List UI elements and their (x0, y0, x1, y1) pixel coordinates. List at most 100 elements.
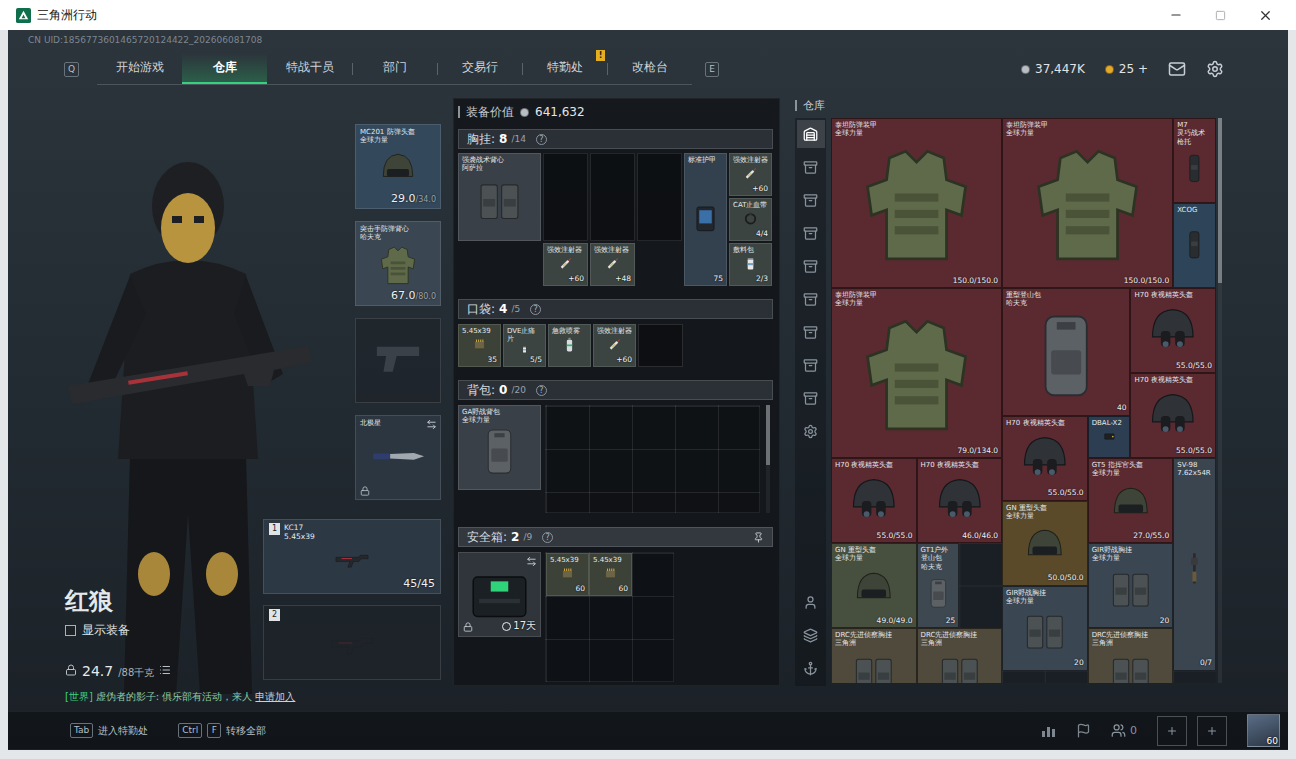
nav-tab[interactable]: 开始游戏 (97, 54, 182, 84)
item-tile[interactable]: CAT止血带4/4 (729, 198, 772, 241)
friends-button[interactable]: 0 (1111, 723, 1137, 738)
item-tile[interactable]: GN 重型头盔全球力量50.0/50.0 (1002, 501, 1088, 586)
item-tile[interactable]: H70 夜视精英头盔55.0/55.0 (1130, 288, 1216, 373)
item-tile[interactable]: DRC先进侦察胸挂三角洲 (1088, 628, 1174, 683)
item-tile[interactable]: 强效注射器+48 (590, 243, 635, 286)
sidebar-item[interactable] (797, 621, 825, 649)
help-button[interactable]: ? (536, 385, 547, 396)
currency[interactable]: 25 + (1105, 62, 1148, 76)
item-tile[interactable]: 急救喷雾 (548, 324, 591, 367)
item-tile[interactable]: 强效注射器+60 (729, 153, 772, 196)
chat-action[interactable]: 申请加入 (255, 690, 295, 704)
item-tile[interactable]: DBAL-X2 (1088, 416, 1131, 459)
pistol-slot[interactable] (355, 318, 441, 403)
nav-tab[interactable]: 改枪台 (607, 54, 692, 84)
settings-button[interactable] (1206, 60, 1224, 78)
item-tile[interactable]: GT5 指挥官头盔全球力量27.0/55.0 (1088, 458, 1174, 543)
item-tile[interactable]: GN 重型头盔全球力量49.0/49.0 (831, 543, 917, 628)
swap-icon[interactable] (426, 419, 437, 430)
show-equipment-toggle[interactable]: 显示装备 (65, 622, 263, 639)
maximize-button[interactable] (1198, 0, 1243, 30)
item-tile[interactable]: M7灵巧战术枪托 (1173, 118, 1216, 203)
close-button[interactable] (1243, 0, 1288, 30)
swap-icon[interactable] (526, 556, 537, 567)
item-tile[interactable]: 标准护甲75 (684, 153, 727, 286)
help-button[interactable]: ? (530, 304, 541, 315)
item-tile[interactable]: 强效注射器+60 (543, 243, 588, 286)
mail-button[interactable] (1168, 60, 1186, 78)
sidebar-item[interactable] (797, 252, 825, 280)
backpack-grid[interactable] (545, 405, 760, 513)
nav-tab[interactable]: 特勤处! (522, 54, 607, 84)
currency[interactable]: 37,447K (1021, 62, 1085, 76)
item-tile[interactable]: GT1户外登山包哈夫克25 (917, 543, 960, 628)
item-tile[interactable]: XCOG (1173, 203, 1216, 288)
item-tile[interactable]: H70 夜视精英头盔46.0/46.0 (917, 458, 1003, 543)
item-tile[interactable]: 重型登山包哈夫克40 (1002, 288, 1130, 416)
key-hint[interactable]: CtrlF转移全部 (178, 723, 266, 738)
checkbox[interactable] (65, 625, 76, 636)
knife-slot[interactable]: 北极星 (355, 415, 441, 500)
sidebar-item[interactable] (797, 318, 825, 346)
sidebar-item[interactable] (797, 588, 825, 616)
nav-tab[interactable]: 特战干员 (267, 54, 352, 84)
helmet-slot[interactable]: MC201 防弹头盔全球力量29.0/34.0 (355, 124, 441, 209)
item-tile[interactable]: DRC先进侦察胸挂三角洲 (831, 628, 917, 683)
rig-icon (1007, 606, 1083, 657)
weapon-slot[interactable]: 2 (263, 605, 441, 680)
backpack-item[interactable]: GA野战背包全球力量 (458, 405, 541, 490)
item-tile[interactable]: H70 夜视精英头盔55.0/55.0 (831, 458, 917, 543)
item-tile[interactable]: 泰坦防弹装甲全球力量150.0/150.0 (1002, 118, 1173, 288)
empty-slot[interactable] (637, 153, 682, 241)
help-button[interactable]: ? (542, 532, 553, 543)
stats-button[interactable] (1040, 723, 1056, 739)
sidebar-item[interactable] (797, 153, 825, 181)
sidebar-item[interactable] (797, 120, 825, 148)
item-tile[interactable]: GIR野战胸挂全球力量20 (1002, 586, 1088, 671)
sidebar-item[interactable] (797, 186, 825, 214)
sidebar-item[interactable] (797, 654, 825, 682)
nav-tab[interactable]: 仓库 (182, 54, 267, 84)
team-slot[interactable] (1197, 716, 1227, 746)
item-tile[interactable]: SV-987.62x54R0/7 (1173, 458, 1216, 671)
item-tile[interactable]: 5.45x3960 (546, 553, 589, 596)
scrollbar[interactable] (766, 405, 770, 513)
item-tile[interactable]: DVE止痛片5/5 (503, 324, 546, 367)
help-button[interactable]: ? (536, 134, 547, 145)
flag-button[interactable] (1076, 723, 1091, 738)
empty-slot[interactable] (638, 324, 683, 367)
key-hint[interactable]: Tab进入特勤处 (70, 723, 148, 738)
chat-line[interactable]: [世界]虚伪者的影子: 俱乐部有活动，来人申请加入 (8, 690, 453, 704)
player-avatar[interactable]: 60 (1247, 714, 1280, 747)
prev-tab-key[interactable]: Q (64, 62, 79, 77)
next-tab-key[interactable]: E (705, 62, 719, 77)
sidebar-item[interactable] (797, 417, 825, 445)
item-tile[interactable]: 敷料包2/3 (729, 243, 772, 286)
item-tile[interactable]: H70 夜视精英头盔55.0/55.0 (1130, 373, 1216, 458)
nav-tab[interactable]: 部门 (352, 54, 437, 84)
item-tile[interactable]: 泰坦防弹装甲全球力量150.0/150.0 (831, 118, 1002, 288)
sidebar-item[interactable] (797, 351, 825, 379)
weapon-slot[interactable]: 1KC175.45x3945/45 (263, 519, 441, 594)
empty-slot[interactable] (543, 153, 588, 241)
item-tile[interactable]: 泰坦防弹装甲全球力量79.0/134.0 (831, 288, 1002, 458)
item-tile[interactable]: 强效注射器+60 (593, 324, 636, 367)
item-tile[interactable]: DRC先进侦察胸挂三角洲 (917, 628, 1003, 683)
empty-slot[interactable] (590, 153, 635, 241)
safe-box-item[interactable]: 17天 (458, 552, 541, 637)
item-tile[interactable]: GIR野战胸挂全球力量20 (1088, 543, 1174, 628)
list-icon[interactable] (159, 664, 171, 676)
item-tile[interactable]: 5.45x3935 (458, 324, 501, 367)
sidebar-item[interactable] (797, 285, 825, 313)
minimize-button[interactable] (1153, 0, 1198, 30)
team-slot[interactable] (1157, 716, 1187, 746)
sidebar-item[interactable] (797, 384, 825, 412)
chest-rig-item[interactable]: 强袭战术背心阿萨拉 (458, 153, 541, 241)
armor-slot[interactable]: 突击手防弹背心哈夫克67.0/80.0 (355, 221, 441, 306)
nav-tab[interactable]: 交易行 (437, 54, 522, 84)
sidebar-item[interactable] (797, 219, 825, 247)
scrollbar[interactable] (1218, 118, 1222, 683)
item-tile[interactable]: 5.45x3960 (589, 553, 632, 596)
pin-icon[interactable] (753, 532, 764, 543)
item-tile[interactable]: H70 夜视精英头盔55.0/55.0 (1002, 416, 1088, 501)
